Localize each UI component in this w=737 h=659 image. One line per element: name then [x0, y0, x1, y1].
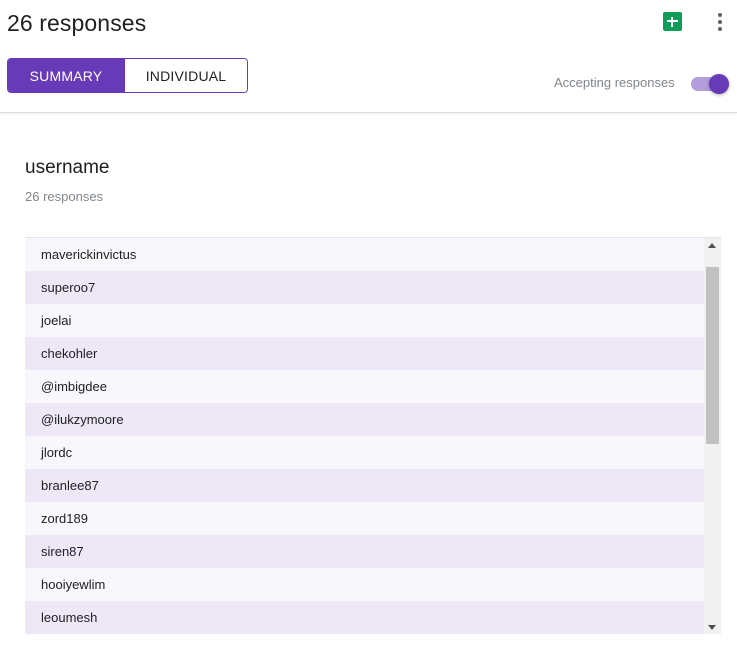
- scroll-up-arrow-icon[interactable]: [708, 243, 716, 248]
- question-title: username: [25, 157, 110, 178]
- response-row: @imbigdee: [25, 370, 704, 403]
- more-vert-icon[interactable]: [713, 11, 727, 33]
- scrollbar[interactable]: [704, 238, 721, 634]
- tab-individual[interactable]: INDIVIDUAL: [124, 59, 247, 92]
- scroll-down-arrow-icon[interactable]: [708, 625, 716, 630]
- response-row: superoo7: [25, 271, 704, 304]
- sheets-icon[interactable]: [663, 12, 682, 31]
- tab-summary[interactable]: SUMMARY: [8, 59, 124, 92]
- response-row: @ilukzymoore: [25, 403, 704, 436]
- scrollbar-thumb[interactable]: [706, 267, 719, 444]
- response-row: chekohler: [25, 337, 704, 370]
- response-row: joelai: [25, 304, 704, 337]
- response-row: leoumesh: [25, 601, 704, 634]
- response-list: maverickinvictus superoo7 joelai chekohler @…: [25, 238, 704, 634]
- response-row: zord189: [25, 502, 704, 535]
- view-tabs: SUMMARY INDIVIDUAL: [7, 58, 248, 93]
- toggle-thumb: [709, 74, 729, 94]
- response-row: jlordc: [25, 436, 704, 469]
- accepting-responses-label: Accepting responses: [554, 75, 675, 90]
- response-list-box: maverickinvictus superoo7 joelai chekohler @…: [25, 237, 721, 634]
- response-row: branlee87: [25, 469, 704, 502]
- accepting-responses-toggle[interactable]: [691, 74, 729, 94]
- response-row: hooiyewlim: [25, 568, 704, 601]
- response-row: siren87: [25, 535, 704, 568]
- summary-header: 26 responses SUMMARY INDIVIDUAL Acceptin…: [0, 0, 737, 113]
- page-title: 26 responses: [7, 10, 147, 36]
- question-response-count: 26 responses: [25, 189, 104, 204]
- response-row: maverickinvictus: [25, 238, 704, 271]
